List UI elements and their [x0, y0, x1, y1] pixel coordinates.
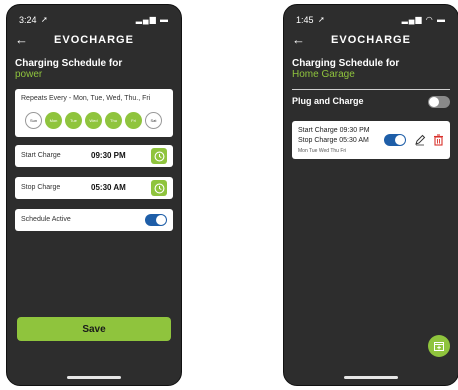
stop-time-picker-button[interactable]: [151, 180, 167, 196]
start-time-picker-button[interactable]: [151, 148, 167, 164]
app-header: ← EVOCHARGE: [284, 33, 458, 49]
status-bar: 1:45 ➚ ▂▄▆ ◠ ▬: [296, 15, 446, 25]
status-time: 3:24: [19, 15, 37, 25]
battery-icon: ▬: [160, 15, 169, 24]
repeat-days-card: Repeats Every - Mon, Tue, Wed, Thu., Fri…: [15, 89, 173, 137]
signal-icon: ▂▄▆: [135, 15, 157, 24]
plug-and-charge-label: Plug and Charge: [292, 96, 364, 106]
add-schedule-icon: [434, 342, 444, 351]
day-toggle-thu[interactable]: Thu: [105, 112, 122, 129]
schedule-stop-time: Stop Charge 05:30 AM: [298, 137, 369, 144]
battery-icon: ▬: [437, 15, 446, 24]
start-charge-time: 09:30 PM: [91, 151, 126, 160]
location-arrow-icon: ➚: [318, 15, 325, 24]
edit-schedule-button[interactable]: [414, 133, 426, 151]
stop-charge-time: 05:30 AM: [91, 183, 126, 192]
schedule-active-row: Schedule Active: [15, 209, 173, 231]
day-toggle-tue[interactable]: Tue: [65, 112, 82, 129]
stop-charge-label: Stop Charge: [21, 184, 61, 191]
save-button[interactable]: Save: [17, 317, 171, 341]
page-title: Charging Schedule for: [15, 58, 123, 69]
repeat-days-text: Repeats Every - Mon, Tue, Wed, Thu., Fri: [21, 95, 151, 102]
clock-icon: [154, 151, 164, 161]
start-charge-label: Start Charge: [21, 152, 61, 159]
delete-schedule-button[interactable]: [433, 133, 444, 151]
divider: [292, 89, 450, 90]
app-logo: EVOCHARGE: [54, 34, 134, 46]
wifi-icon: ◠: [425, 15, 434, 24]
status-bar: 3:24 ➚ ▂▄▆ ▬: [19, 15, 169, 25]
start-charge-row: Start Charge 09:30 PM: [15, 145, 173, 167]
day-toggle-sat[interactable]: Sat: [145, 112, 162, 129]
day-toggle-sun[interactable]: Sun: [25, 112, 42, 129]
app-logo: EVOCHARGE: [331, 34, 411, 46]
charger-name: power: [15, 69, 43, 80]
schedule-active-label: Schedule Active: [21, 216, 71, 223]
day-toggle-wed[interactable]: Wed: [85, 112, 102, 129]
page-title: Charging Schedule for: [292, 58, 400, 69]
right-phone-screen: 1:45 ➚ ▂▄▆ ◠ ▬ ← EVOCHARGE Charging Sche…: [283, 4, 458, 386]
plug-and-charge-toggle[interactable]: [428, 96, 450, 108]
add-schedule-button[interactable]: [428, 335, 450, 357]
left-phone-screen: 3:24 ➚ ▂▄▆ ▬ ← EVOCHARGE Charging Schedu…: [6, 4, 182, 386]
schedule-enabled-toggle[interactable]: [384, 134, 406, 146]
app-header: ← EVOCHARGE: [7, 33, 181, 49]
location-arrow-icon: ➚: [41, 15, 48, 24]
schedule-active-toggle[interactable]: [145, 214, 167, 226]
schedule-days: Mon Tue Wed Thu Fri: [298, 148, 347, 154]
day-toggle-mon[interactable]: Mon: [45, 112, 62, 129]
edit-pencil-icon: [415, 134, 426, 146]
schedule-start-time: Start Charge 09:30 PM: [298, 127, 370, 134]
stop-charge-row: Stop Charge 05:30 AM: [15, 177, 173, 199]
schedule-item: Start Charge 09:30 PM Stop Charge 05:30 …: [292, 121, 450, 159]
status-time: 1:45: [296, 15, 314, 25]
clock-icon: [154, 183, 164, 193]
charger-name: Home Garage: [292, 69, 355, 80]
home-indicator: [344, 376, 398, 379]
signal-icon: ▂▄▆: [401, 15, 423, 24]
home-indicator: [67, 376, 121, 379]
day-toggle-fri[interactable]: Fri: [125, 112, 142, 129]
trash-icon: [434, 134, 443, 146]
